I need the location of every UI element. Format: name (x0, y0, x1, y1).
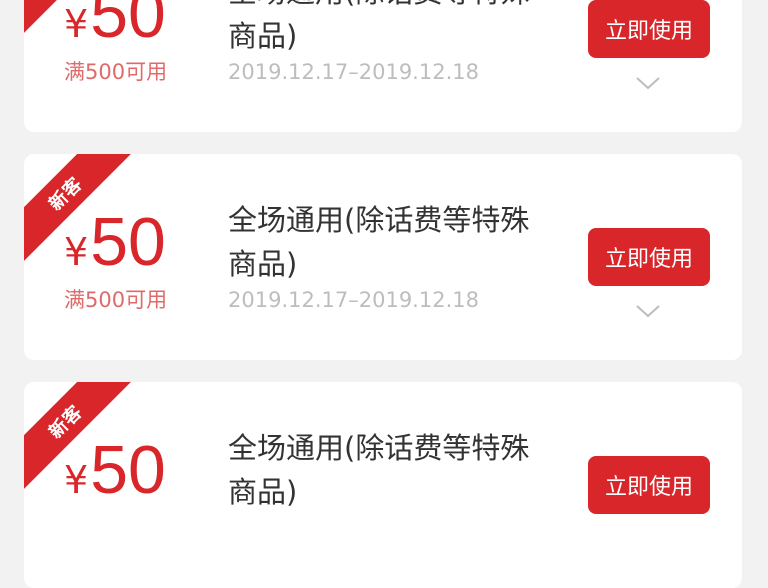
coupon-amount: ¥ 50 (64, 0, 166, 48)
currency-symbol: ¥ (64, 2, 89, 46)
coupon-amount: ¥ 50 (64, 436, 166, 504)
chevron-down-icon[interactable] (634, 74, 662, 92)
amount-value: 50 (90, 0, 166, 52)
amount-value: 50 (90, 204, 166, 280)
coupon-validity-dates: 2019.12.17–2019.12.18 (228, 60, 479, 84)
amount-value: 50 (90, 432, 166, 508)
chevron-down-icon[interactable] (634, 302, 662, 320)
coupon-value-block: ¥ 50 满500可用 (24, 154, 214, 360)
use-now-button[interactable]: 立即使用 (588, 0, 710, 58)
coupon-title: 全场通用(除话费等特殊商品) (228, 431, 530, 509)
coupon-title: 全场通用(除话费等特殊商品) (228, 0, 529, 53)
coupon-card: 新客 ¥ 50 满500可用 全场通用(除话费等特殊商品) 2019.12.17… (24, 154, 742, 360)
coupon-value-block: ¥ 50 满500可用 (24, 0, 214, 132)
coupon-title: 全场通用(除话费等特殊商品) (228, 203, 530, 281)
coupon-condition: 满500可用 (64, 288, 168, 312)
coupon-condition: 满500可用 (64, 60, 168, 84)
currency-symbol: ¥ (64, 458, 89, 502)
use-now-button[interactable]: 立即使用 (588, 228, 710, 286)
use-now-button[interactable]: 立即使用 (588, 456, 710, 514)
coupon-card: 新客 ¥ 50 全场通用(除话费等特殊商品) 立即使用 (24, 382, 742, 588)
coupon-validity-dates: 2019.12.17–2019.12.18 (228, 288, 479, 312)
coupon-card: ¥ 50 满500可用 全场通用(除话费等特殊商品) 2019.12.17–20… (24, 0, 742, 132)
coupon-value-block: ¥ 50 (24, 382, 214, 588)
coupon-amount: ¥ 50 (64, 208, 166, 276)
currency-symbol: ¥ (64, 230, 89, 274)
